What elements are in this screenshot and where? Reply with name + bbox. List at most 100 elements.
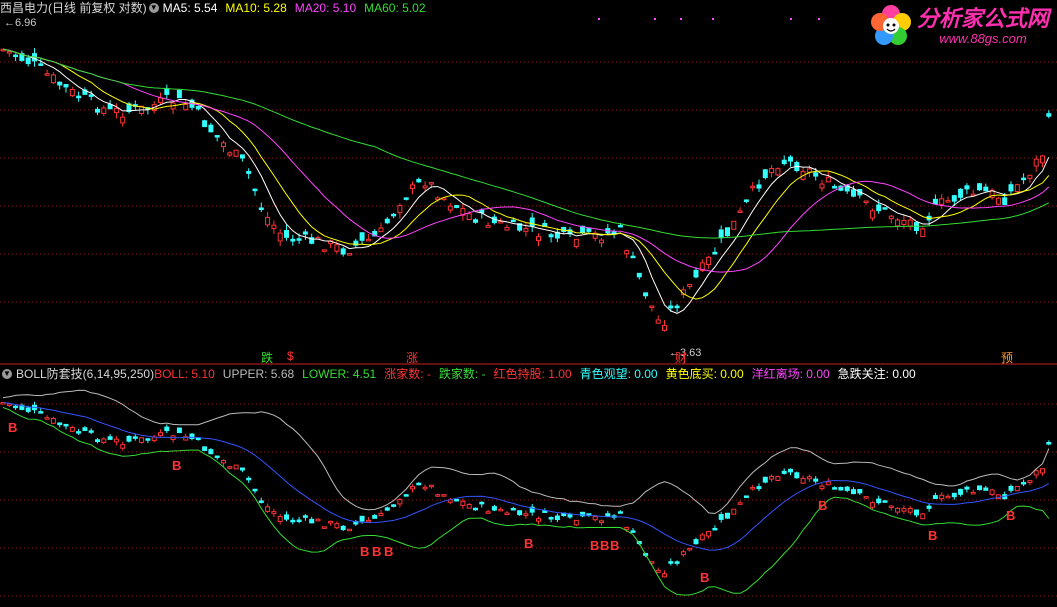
main-candle: [687, 283, 693, 288]
main-candle: [95, 108, 100, 113]
boll-candle: [372, 515, 378, 519]
boll-candle: [725, 512, 730, 519]
main-candle: [712, 251, 718, 255]
boll-candle: [882, 500, 888, 503]
boll-candle: [876, 498, 882, 504]
boll-legend-item: LOWER: 4.51: [302, 367, 377, 381]
boll-candle: [781, 470, 787, 474]
boll-candle: [536, 518, 541, 522]
event-dot: [598, 18, 600, 20]
boll-candle: [441, 494, 447, 497]
boll-candle: [1021, 481, 1027, 485]
arrow-icon: ←: [4, 17, 15, 29]
boll-candle: [1027, 480, 1033, 484]
boll-candle: [769, 475, 775, 480]
boll-candle: [756, 486, 762, 490]
chart-canvas[interactable]: BBB B BB B B BBBBB: [0, 0, 1057, 607]
main-candle: [13, 54, 19, 58]
site-logo: 分析家公式网 www.88gs.com: [869, 4, 1049, 48]
boll-candle: [844, 486, 850, 491]
ma-legend-item: MA10: 5.28: [225, 1, 287, 15]
main-candle: [510, 219, 516, 223]
main-candle: [428, 182, 434, 185]
boll-candle: [214, 455, 220, 459]
boll-legend-item: 跌家数: -: [438, 367, 486, 381]
indicator-menu-icon[interactable]: ▼: [148, 3, 159, 13]
main-candle: [636, 272, 642, 278]
main-chart-legend: 西昌电力(日线 前复权 对数) ▼ MA5: 5.54 MA10: 5.28 MA2…: [0, 0, 434, 16]
boll-candle: [825, 481, 831, 486]
main-candle: [888, 215, 894, 220]
boll-legend-item: 急跌关注: 0.00: [837, 367, 916, 381]
main-candle: [964, 185, 970, 190]
boll-candle: [422, 486, 428, 490]
boll-candle: [302, 515, 308, 518]
boll-candle: [806, 476, 812, 480]
event-dot: [790, 18, 792, 20]
boll-candle: [473, 507, 478, 511]
boll-candle: [82, 427, 88, 431]
main-candle: [485, 224, 491, 228]
boll-candle: [851, 489, 856, 495]
boll-candle: [504, 512, 510, 516]
main-candle: [958, 188, 964, 198]
boll-candle: [50, 417, 56, 424]
main-candle: [1021, 177, 1027, 181]
boll-candle: [290, 519, 296, 523]
main-candle: [655, 319, 661, 324]
buy-signal-b: B: [600, 538, 609, 553]
boll-mid-line: [2, 402, 1050, 551]
boll-candle: [107, 436, 113, 440]
boll-candle: [737, 502, 743, 505]
main-candle: [258, 207, 264, 210]
boll-candle: [819, 485, 825, 490]
indicator-legend: ▼ BOLL防套技(6,14,95,250) BOLL: 5.10 UPPER: …: [0, 366, 924, 382]
boll-candle: [221, 460, 226, 464]
boll-candle: [365, 519, 371, 523]
main-candle: [195, 106, 201, 110]
main-candle: [378, 227, 384, 233]
signal-marker: 财: [675, 351, 688, 365]
boll-candle: [384, 507, 390, 511]
boll-candle: [920, 513, 926, 520]
main-candle: [523, 228, 529, 232]
boll-upper-line: [2, 389, 1050, 515]
boll-candle: [120, 444, 126, 449]
boll-candle: [970, 491, 976, 495]
boll-candle: [158, 432, 163, 437]
main-candle: [599, 239, 604, 244]
boll-candle: [95, 439, 100, 443]
main-candle: [365, 238, 371, 242]
boll-candle: [888, 505, 894, 509]
boll-candle: [277, 516, 283, 522]
main-candle: [296, 238, 302, 241]
boll-candle: [1040, 468, 1045, 474]
boll-candle: [743, 495, 749, 498]
boll-candle: [101, 438, 107, 443]
main-candle: [529, 217, 535, 227]
boll-candle: [901, 508, 907, 512]
main-candle: [617, 224, 623, 228]
main-candle: [769, 167, 775, 174]
main-candle: [384, 218, 390, 224]
boll-candle: [630, 530, 636, 533]
main-candle: [762, 169, 768, 179]
boll-candle: [548, 517, 554, 520]
boll-candle: [869, 502, 875, 508]
boll-candle: [132, 436, 138, 439]
boll-legend-item: 涨家数: -: [384, 367, 431, 381]
main-candle: [265, 216, 271, 226]
boll-candle: [340, 525, 346, 531]
boll-candle: [592, 516, 598, 521]
main-candle: [473, 219, 478, 223]
indicator-menu-icon[interactable]: ▼: [2, 369, 12, 379]
boll-candle: [126, 435, 132, 442]
main-candle: [466, 213, 472, 221]
main-candle: [1002, 197, 1008, 206]
boll-candle: [523, 513, 529, 516]
buy-signal-b: B: [524, 536, 533, 551]
main-candle: [832, 186, 838, 189]
boll-legend-item: UPPER: 5.68: [222, 367, 295, 381]
ma10-line: [2, 48, 1050, 300]
boll-candle: [687, 547, 693, 551]
